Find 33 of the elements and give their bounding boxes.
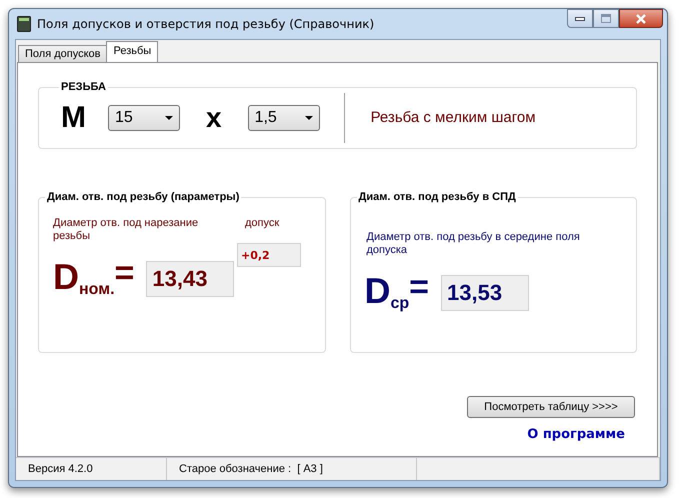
status-section: Версия 4.2.0 (16, 458, 167, 480)
status-section: Старое обозначение : [ А3 ] (167, 458, 417, 480)
close-button[interactable] (619, 9, 663, 28)
equals-sign: = (114, 254, 134, 292)
caret-icon (165, 116, 173, 120)
diameter-dropdown[interactable]: 15 (108, 104, 180, 130)
thread-description: Резьба с мелким шагом (370, 109, 536, 126)
about-link[interactable]: О программе (527, 427, 625, 442)
pitch-dropdown[interactable]: 1,5 (248, 104, 320, 130)
group-label: Диам. отв. под резьбу (параметры) (46, 191, 240, 203)
thread-prefix: M (61, 100, 86, 134)
caret-icon (304, 116, 313, 120)
tab[interactable]: Поля допусков (18, 45, 108, 62)
tolerance-label: допуск (245, 217, 280, 230)
equals-sign: = (409, 268, 430, 306)
multiply-sign: x (206, 102, 222, 134)
group-label: Диам. отв. под резьбу в СПД (358, 191, 517, 203)
group-label: РЕЗЬБА (60, 81, 107, 93)
tolerance-field: +0,2 (237, 243, 301, 267)
formula-symbol: D$_{ном.}$ (53, 259, 115, 299)
calculator-icon (17, 16, 31, 32)
window-title: Поля допусков и отверстия под резьбу (Справочник) (37, 17, 376, 31)
view-table-button[interactable]: Посмотреть таблицу >>>> (467, 396, 635, 418)
tab[interactable]: Резьбы (106, 41, 158, 62)
caption: Диаметр отв. под нарезание резьбы (53, 217, 200, 243)
value-field: 13,43 (146, 261, 234, 297)
minimize-icon (575, 16, 585, 20)
minimize-button[interactable] (567, 9, 593, 28)
value-field: 13,53 (441, 275, 530, 311)
close-icon (635, 14, 647, 24)
formula-symbol: D$_{ср}$ (364, 273, 410, 313)
caption: Диаметр отв. под резьбу в середине поля допуска (366, 231, 581, 257)
maximize-icon (601, 14, 611, 23)
